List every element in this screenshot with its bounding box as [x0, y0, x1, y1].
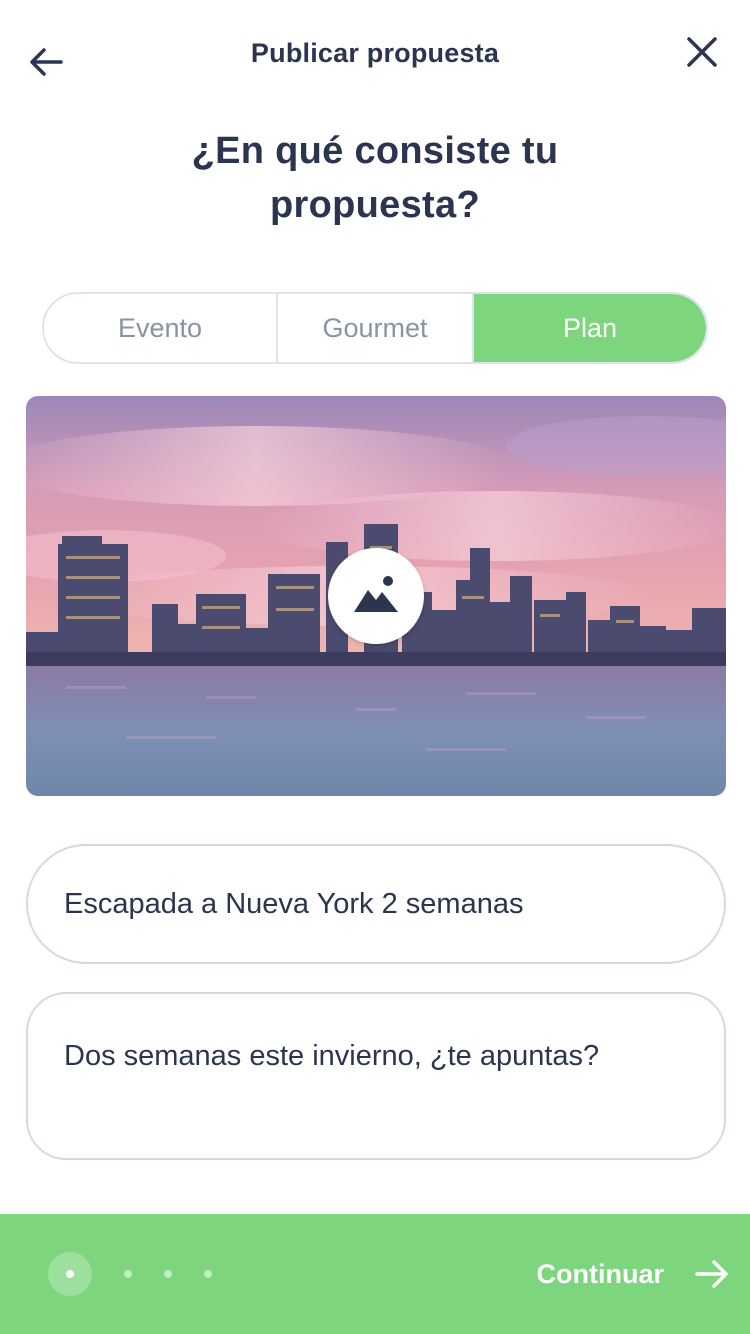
step-indicator: [124, 1270, 132, 1278]
step-indicator: [204, 1270, 212, 1278]
category-tab-plan[interactable]: Plan: [474, 294, 706, 362]
add-photo-button[interactable]: [328, 548, 424, 644]
header: Publicar propuesta: [0, 0, 750, 112]
description-input[interactable]: Dos semanas este invierno, ¿te apuntas?: [26, 992, 726, 1160]
cover-photo[interactable]: [26, 396, 726, 796]
category-tab-gourmet[interactable]: Gourmet: [278, 294, 474, 362]
step-indicator-active: [48, 1252, 92, 1296]
continue-label: Continuar: [536, 1258, 665, 1289]
page-title: Publicar propuesta: [250, 38, 500, 68]
close-icon: [687, 37, 717, 67]
continue-button[interactable]: Continuar: [500, 1244, 730, 1304]
close-button[interactable]: [680, 30, 724, 74]
category-tab-evento[interactable]: Evento: [44, 294, 278, 362]
category-selector: Evento Gourmet Plan: [42, 292, 708, 364]
step-indicator: [164, 1270, 172, 1278]
arrow-right-icon: [695, 1260, 728, 1288]
footer-bar: Continuar: [0, 1214, 750, 1334]
image-icon: [354, 576, 398, 612]
question-heading: ¿En qué consiste tu propuesta?: [191, 130, 559, 226]
title-input[interactable]: Escapada a Nueva York 2 semanas: [26, 844, 726, 964]
